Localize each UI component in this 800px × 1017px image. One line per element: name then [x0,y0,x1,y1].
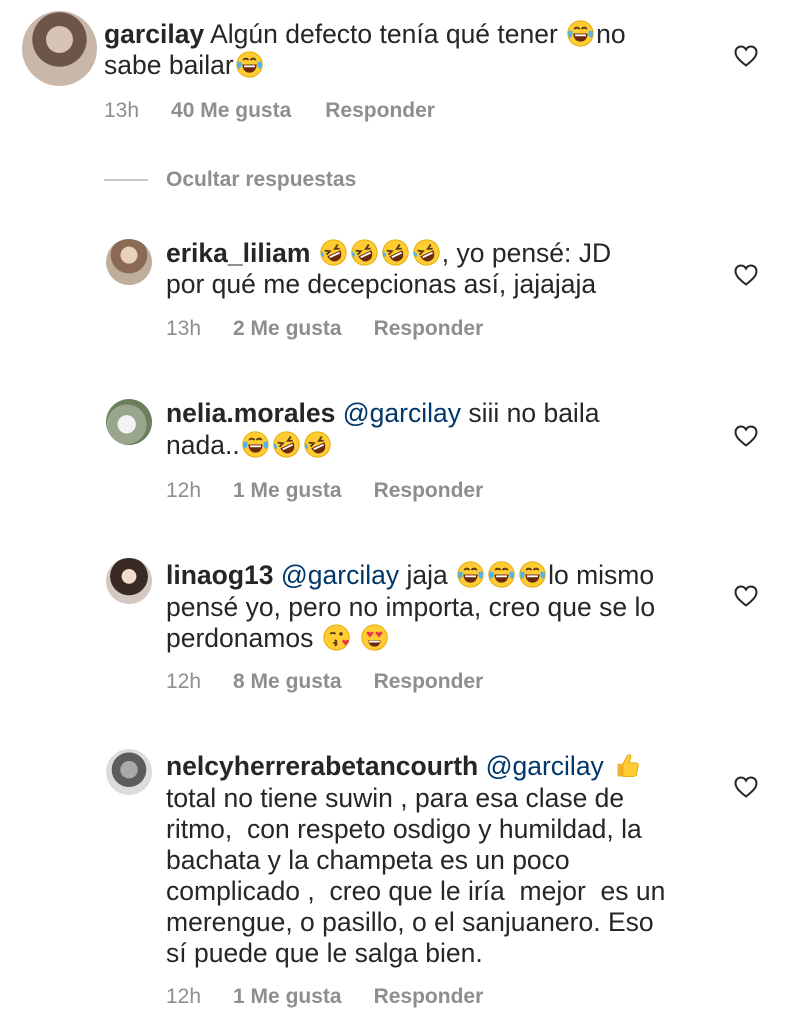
comment-time: 13h [166,317,202,340]
comment-text-line: bachata y la champeta es un poco [166,845,570,875]
avatar-icon[interactable] [22,11,97,86]
comment-time: 12h [166,985,202,1008]
comment-text-line: total no tiene suwin , para esa clase de [166,783,625,813]
comment-meta: 13h 40 Me gusta Responder [104,99,435,123]
heart-outline-icon[interactable] [734,776,758,798]
comment-body: nada.. [166,430,240,460]
hide-replies-label: Ocultar respuestas [166,168,357,191]
comment-time: 12h [166,479,202,502]
avatar-icon[interactable] [106,399,152,445]
comment-meta: 12h 8 Me gusta Responder [166,670,483,694]
comment-body: jaja [399,560,456,590]
rolling-on-floor-laughing-emoji [303,430,332,459]
likes-count-link[interactable]: 8 Me gusta [233,670,342,694]
reply-button[interactable]: Responder [374,317,484,341]
avatar-icon[interactable] [106,749,152,795]
comment-username[interactable]: garcilay [104,19,204,49]
rolling-on-floor-laughing-emoji [272,430,301,459]
hide-replies-divider [104,179,148,181]
rolling-on-floor-laughing-emoji [319,238,348,267]
mention-link[interactable]: @garcilay [281,560,399,590]
mention-link[interactable]: @garcilay [486,751,604,781]
avatar-icon[interactable] [106,239,152,285]
heart-outline-icon[interactable] [734,45,758,67]
comment-text-line2: por qué me decepcionas así, jajajaja [166,269,597,299]
comment-body-continued: no [596,19,626,49]
likes-count-link[interactable]: 2 Me gusta [233,317,342,341]
rolling-on-floor-laughing-emoji [381,238,410,267]
comment-username[interactable]: nelia.morales [166,398,335,428]
face-with-tears-of-joy-emoji [456,560,485,589]
comment-username[interactable]: nelcyherrerabetancourth [166,751,478,781]
comment-text-line2: nada.. [166,430,333,461]
heart-outline-icon[interactable] [734,264,758,286]
comment-text: erika_liliam , yo pensé: JD [166,238,611,269]
comment-body: sabe bailar [104,50,234,80]
comment-username[interactable]: linaog13 [166,560,274,590]
rolling-on-floor-laughing-emoji [350,238,379,267]
comment-text-line: sí puede que le salga bien. [166,938,483,968]
comment-text: nelia.morales @garcilay siii no baila [166,398,599,429]
face-with-tears-of-joy-emoji [241,430,270,459]
rolling-on-floor-laughing-emoji [412,238,441,267]
likes-count-link[interactable]: 40 Me gusta [171,99,291,123]
comment-text-line: ritmo, con respeto osdigo y humildad, la [166,814,642,844]
comment-body: , yo pensé: JD [441,238,612,268]
reply-button[interactable]: Responder [374,670,484,694]
heart-outline-icon[interactable] [734,425,758,447]
comment-text-line2: sabe bailar [104,50,265,81]
face-with-tears-of-joy-emoji [235,50,264,79]
comment-meta: 13h 2 Me gusta Responder [166,317,483,341]
comment-text-line: merengue, o pasillo, o el sanjuanero. Es… [166,907,654,937]
face-blowing-kiss-emoji [322,623,351,652]
likes-count-link[interactable]: 1 Me gusta [233,985,342,1009]
reply-button[interactable]: Responder [325,99,435,123]
avatar-icon[interactable] [106,558,152,604]
comment-username[interactable]: erika_liliam [166,238,310,268]
comment-text: linaog13 @garcilay jaja lo mismo [166,560,654,591]
face-with-tears-of-joy-emoji [487,560,516,589]
face-with-tears-of-joy-emoji [566,19,595,48]
smiling-face-with-heart-eyes-emoji [360,623,389,652]
comment-time: 13h [104,99,140,122]
comment-text-line3: perdonamos [166,623,390,654]
comment-text-line: complicado , creo que le iría mejor es u… [166,876,666,906]
reply-button[interactable]: Responder [374,985,484,1009]
comment-body: perdonamos [166,623,321,653]
heart-outline-icon[interactable] [734,585,758,607]
comment-meta: 12h 1 Me gusta Responder [166,985,483,1009]
comment-meta: 12h 1 Me gusta Responder [166,479,483,503]
comment-body: siii no baila [460,398,600,428]
comment-time: 12h [166,670,202,693]
comment-body-continued: lo mismo [548,560,655,590]
comment-text-line2: pensé yo, pero no importa, creo que se l… [166,592,656,622]
comment-body: Algún defecto tenía qué tener [210,19,566,49]
reply-button[interactable]: Responder [374,479,484,503]
likes-count-link[interactable]: 1 Me gusta [233,479,342,503]
thumbs-up-emoji [612,751,641,780]
face-with-tears-of-joy-emoji [518,560,547,589]
comment-text: garcilay Algún defecto tenía qué tener n… [104,19,626,50]
hide-replies-button[interactable]: Ocultar respuestas [104,168,356,192]
mention-link[interactable]: @garcilay [343,398,461,428]
comment-text: nelcyherrerabetancourth @garcilay [166,751,642,782]
